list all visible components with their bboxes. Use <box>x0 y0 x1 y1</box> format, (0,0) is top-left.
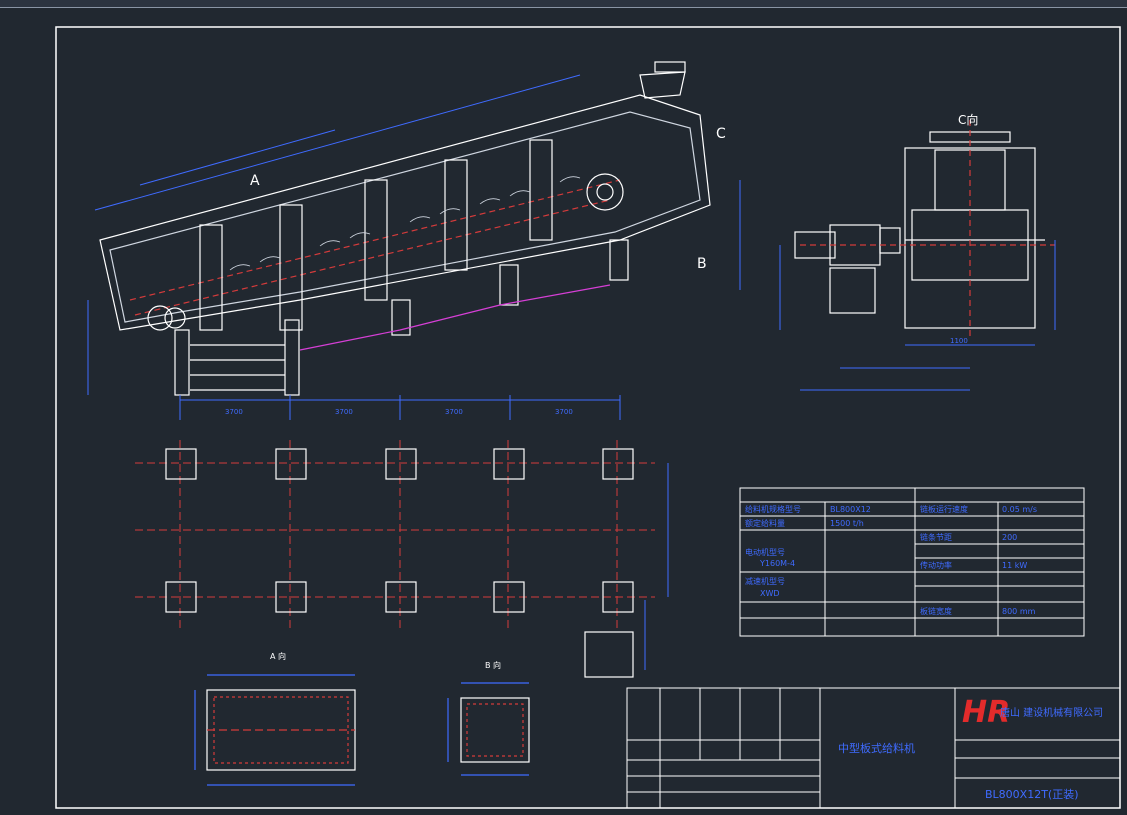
main-elevation-view <box>99 61 711 396</box>
spec-row-0-value: BL800X12 <box>830 505 871 514</box>
arrow-c-label: C <box>716 126 726 142</box>
spec-row-4-value: XWD <box>760 589 780 598</box>
side-view-c <box>794 120 1055 340</box>
spec-row-3-value: Y160M-4 <box>759 559 795 568</box>
company-name: 唐山 建设机械有限公司 <box>1000 706 1103 719</box>
section-views <box>194 674 530 786</box>
bay-dim-4: 3700 <box>555 408 573 416</box>
side-view-dimensions <box>779 240 1056 391</box>
foundation-plan <box>135 440 669 678</box>
spec-row-2-value: 0.05 m/s <box>1002 505 1037 514</box>
spec-row-6-value: 11 kW <box>1002 561 1027 570</box>
spec-row-6-name: 传动功率 <box>920 560 952 570</box>
arrow-b-label: B <box>697 256 707 272</box>
dimension-lines <box>87 74 741 420</box>
spec-row-1-value: 1500 t/h <box>830 519 864 528</box>
spec-row-5-name: 链条节距 <box>920 532 952 542</box>
spec-row-7-name: 板链宽度 <box>920 606 952 616</box>
spec-row-3-name: 电动机型号 <box>745 547 785 557</box>
spec-table-text: 给料机规格型号 BL800X12 额定给料量 1500 t/h 链板运行速度 0… <box>745 504 1037 616</box>
cad-drawing[interactable]: 3700 3700 3700 3700 C B A 1100 C向 A 向 B … <box>0 0 1127 815</box>
bay-dimension-labels: 3700 3700 3700 3700 <box>225 408 573 416</box>
drawing-number: BL800X12T(正装) <box>985 788 1079 801</box>
bay-dim-2: 3700 <box>335 408 353 416</box>
spec-row-0-name: 给料机规格型号 <box>745 504 801 514</box>
bay-dim-3: 3700 <box>445 408 463 416</box>
spec-row-7-value: 800 mm <box>1002 607 1036 616</box>
sheet-frame <box>55 26 1121 809</box>
spec-row-2-name: 链板运行速度 <box>920 504 968 514</box>
spec-row-1-name: 额定给料量 <box>745 518 785 528</box>
section-a-title: A 向 <box>270 651 286 661</box>
side-width-dim: 1100 <box>950 337 968 345</box>
section-b-title: B 向 <box>485 660 501 670</box>
drawing-name: 中型板式给料机 <box>838 741 915 755</box>
arrow-a-label: A <box>250 173 260 189</box>
spec-row-5-value: 200 <box>1002 533 1017 542</box>
bay-dim-1: 3700 <box>225 408 243 416</box>
view-c-title: C向 <box>958 112 978 127</box>
spec-row-4-name: 减速机型号 <box>745 576 785 586</box>
